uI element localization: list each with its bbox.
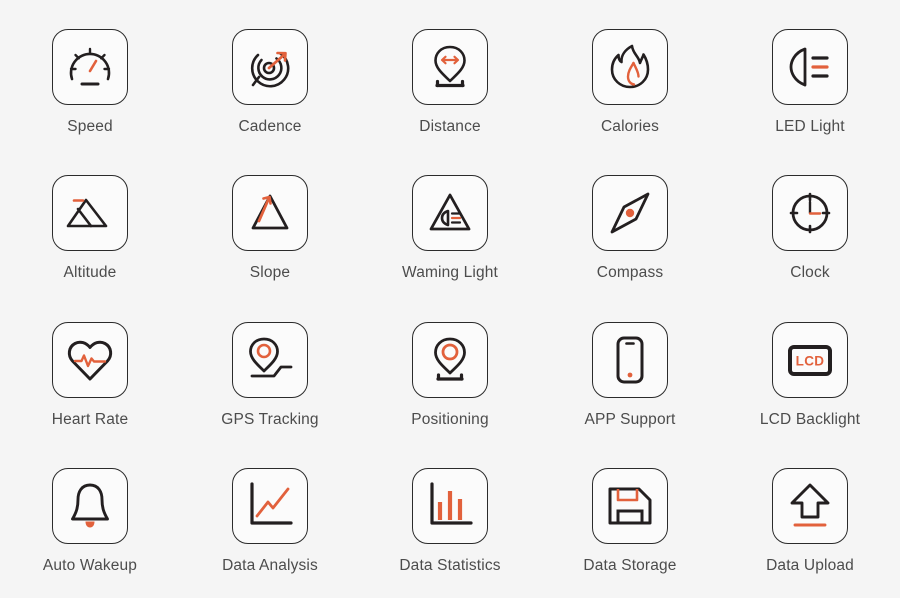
feature-item-app-support[interactable]: APP Support [540, 301, 720, 448]
clock-icon [789, 192, 831, 234]
bell-icon [71, 483, 109, 528]
feature-label: Heart Rate [51, 410, 129, 428]
slope-triangle-icon [251, 194, 289, 230]
headlight-icon [789, 47, 829, 86]
feature-label: Compass [596, 264, 664, 281]
feature-item-data-storage[interactable]: Data Storage [540, 448, 720, 595]
icon-tile[interactable] [232, 468, 308, 544]
feature-item-clock[interactable]: Clock [720, 155, 900, 302]
feature-label: Data Analysis [222, 557, 318, 574]
feature-item-led-light[interactable]: LED Light [720, 8, 900, 155]
feature-label: Calories [600, 117, 660, 135]
feature-label: Cadence [238, 117, 302, 135]
feature-item-data-upload[interactable]: Data Upload [720, 448, 900, 595]
feature-label: Waming Light [402, 264, 498, 281]
line-chart-icon [250, 482, 293, 525]
feature-item-warning-light[interactable]: Waming Light [360, 155, 540, 302]
warning-headlight-triangle-icon [429, 193, 471, 231]
icon-tile[interactable] [52, 468, 128, 544]
feature-item-distance[interactable]: Distance [360, 8, 540, 155]
feature-item-calories[interactable]: Calories [540, 8, 720, 155]
feature-item-altitude[interactable]: Altitude [0, 155, 180, 302]
heart-pulse-icon [67, 340, 113, 380]
icon-tile[interactable] [232, 28, 308, 105]
icon-tile[interactable] [412, 175, 488, 251]
speedometer-icon [69, 47, 111, 85]
feature-icon-grid: Speed Cadence Distance Calories LED Ligh… [0, 0, 900, 598]
mountain-icon [66, 198, 108, 228]
feature-item-cadence[interactable]: Cadence [180, 8, 360, 155]
icon-tile[interactable] [592, 321, 668, 398]
feature-label: Clock [790, 264, 830, 281]
feature-label: Distance [419, 117, 481, 135]
distance-pin-icon [434, 45, 466, 87]
feature-item-data-analysis[interactable]: Data Analysis [180, 448, 360, 595]
compass-diamond-icon [610, 192, 650, 234]
feature-label: LCD Backlight [759, 410, 861, 428]
icon-tile[interactable] [232, 321, 308, 398]
icon-tile[interactable] [772, 28, 848, 105]
icon-tile[interactable] [772, 175, 848, 251]
feature-item-positioning[interactable]: Positioning [360, 301, 540, 448]
feature-label: Auto Wakeup [42, 557, 138, 574]
feature-label: Speed [67, 117, 113, 135]
icon-tile[interactable] [592, 175, 668, 251]
feature-label: GPS Tracking [221, 410, 319, 428]
floppy-disk-icon [608, 487, 652, 525]
feature-item-auto-wakeup[interactable]: Auto Wakeup [0, 448, 180, 595]
feature-item-lcd-backlight[interactable]: LCD LCD Backlight [720, 301, 900, 448]
bar-chart-icon [430, 482, 473, 525]
cadence-gauge-icon [250, 51, 290, 88]
feature-label: Data Upload [766, 557, 854, 574]
icon-tile[interactable] [52, 175, 128, 251]
icon-tile[interactable] [52, 321, 128, 398]
lcd-screen-label: LCD [796, 353, 825, 368]
icon-tile[interactable] [412, 468, 488, 544]
flame-icon [610, 44, 650, 88]
feature-item-compass[interactable]: Compass [540, 155, 720, 302]
icon-tile[interactable] [772, 468, 848, 544]
icon-tile[interactable] [412, 28, 488, 105]
feature-label: LED Light [775, 117, 845, 135]
feature-label: Altitude [63, 264, 117, 281]
icon-tile[interactable] [232, 175, 308, 251]
gps-route-pin-icon [249, 337, 293, 377]
lcd-screen-icon: LCD [788, 344, 832, 376]
smartphone-icon [616, 336, 644, 383]
icon-tile[interactable] [592, 28, 668, 105]
feature-item-heart-rate[interactable]: Heart Rate [0, 301, 180, 448]
icon-tile[interactable] [412, 321, 488, 398]
feature-item-slope[interactable]: Slope [180, 155, 360, 302]
icon-tile[interactable] [52, 28, 128, 105]
location-pin-icon [434, 337, 466, 381]
icon-tile[interactable] [592, 468, 668, 544]
feature-label: Positioning [411, 410, 489, 428]
feature-label: Data Storage [583, 557, 677, 574]
feature-label: Slope [249, 264, 291, 281]
feature-label: APP Support [584, 410, 676, 428]
feature-label: Data Statistics [399, 557, 501, 574]
upload-arrow-icon [790, 483, 830, 527]
feature-item-speed[interactable]: Speed [0, 8, 180, 155]
feature-item-gps-tracking[interactable]: GPS Tracking [180, 301, 360, 448]
icon-tile[interactable]: LCD [772, 321, 848, 398]
feature-item-data-statistics[interactable]: Data Statistics [360, 448, 540, 595]
